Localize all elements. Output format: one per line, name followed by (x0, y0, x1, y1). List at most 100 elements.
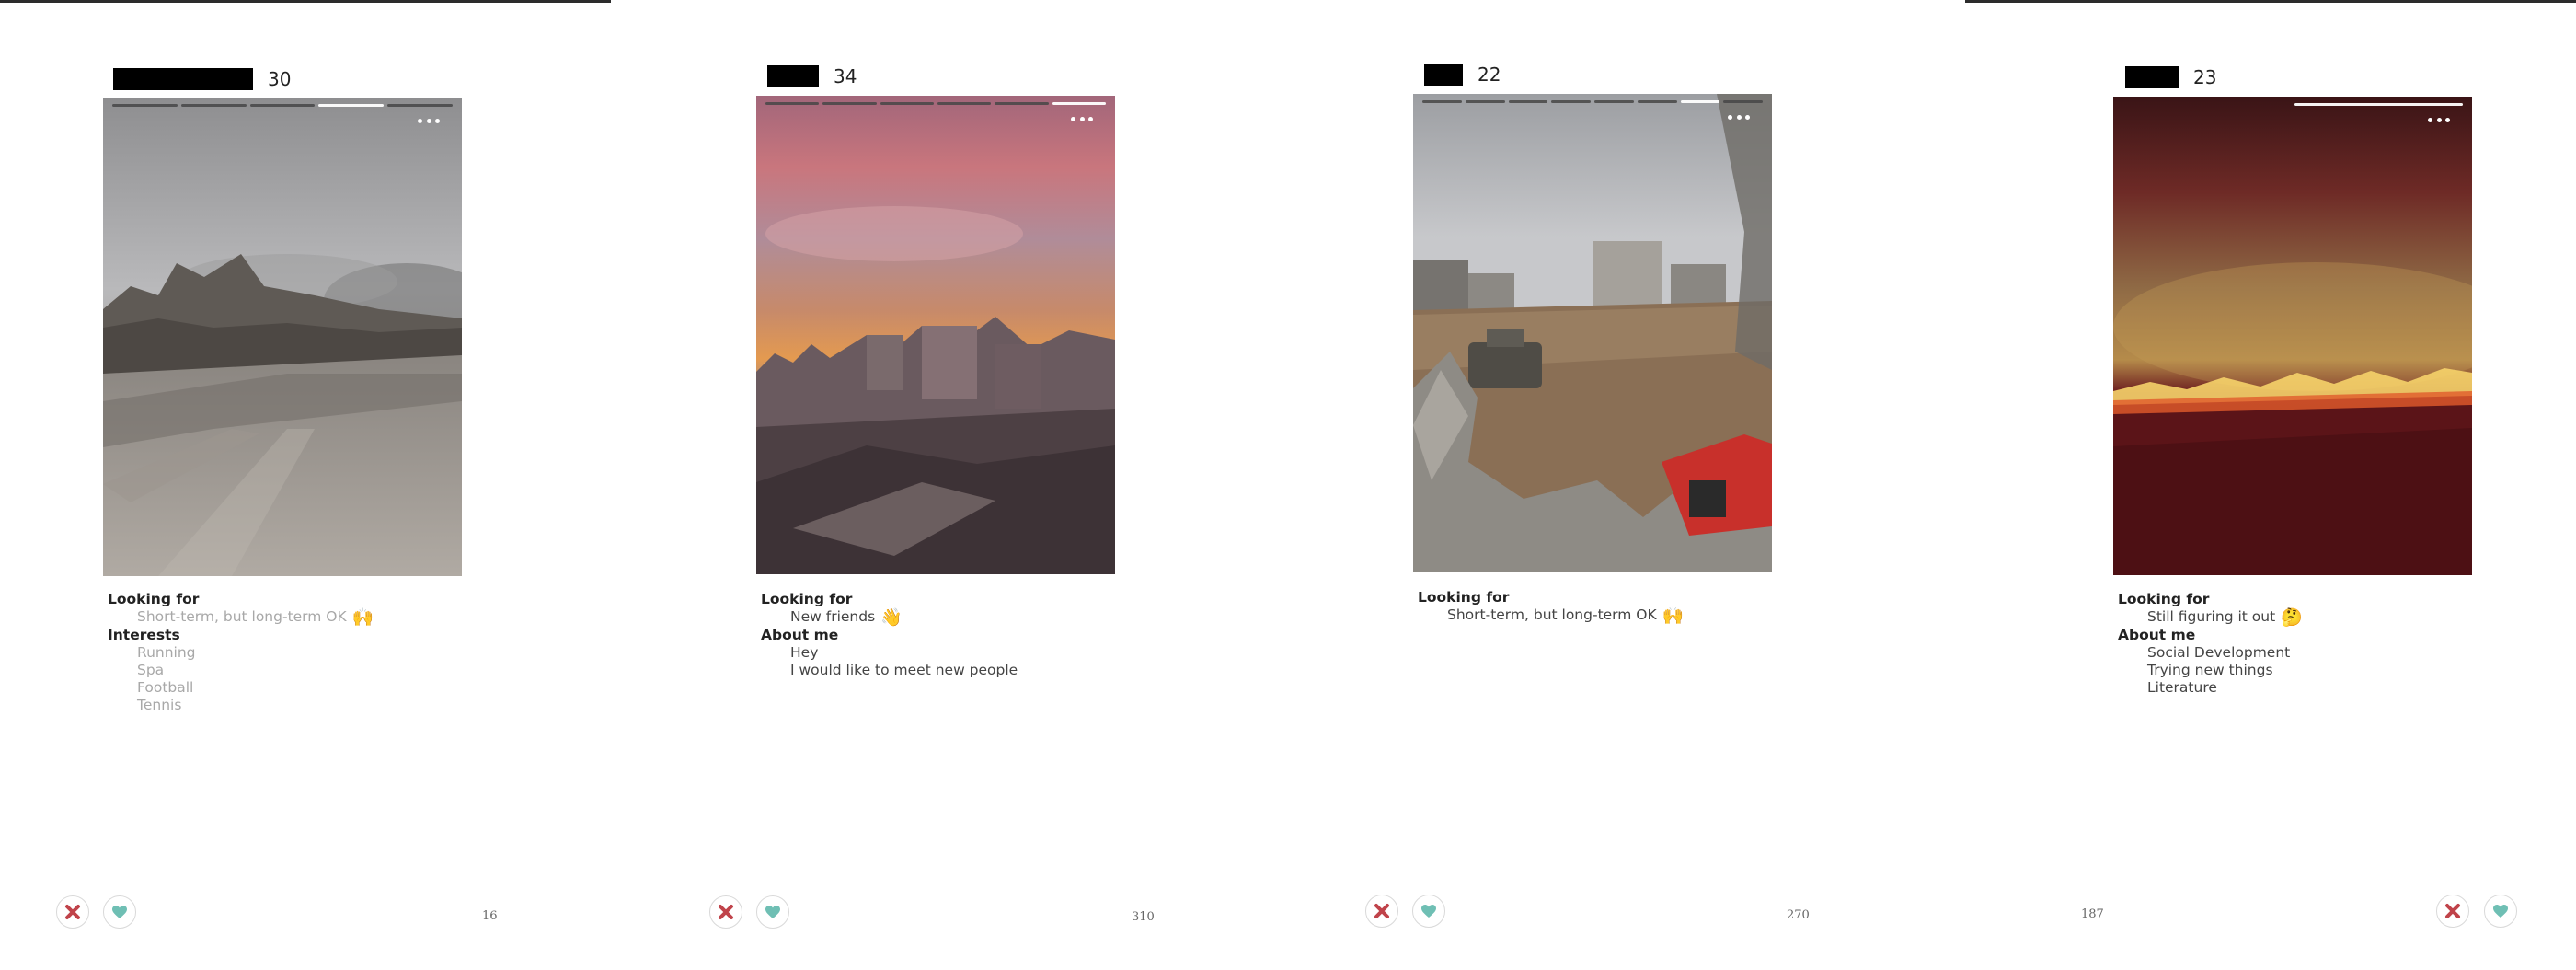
photo-progress-segment (1637, 100, 1677, 103)
section-value: Social Development (2147, 644, 2291, 661)
photo-ruined-street (103, 98, 462, 576)
photo-progress-segment (1680, 100, 1720, 103)
heart-icon (112, 906, 127, 918)
close-x-icon (2445, 904, 2460, 918)
profile-photo[interactable] (103, 98, 462, 576)
photo-progress-segment (318, 104, 385, 107)
photo-sunset-ruins (756, 96, 1115, 574)
more-options-icon[interactable] (418, 114, 440, 127)
thinking-face-emoji: 🤔 (2281, 607, 2303, 628)
section-value: Tennis (137, 697, 182, 713)
profile-photo[interactable] (1413, 94, 1772, 572)
redacted-name (2125, 66, 2179, 88)
pass-button[interactable] (1365, 895, 1398, 928)
photo-progress-bar (1422, 100, 1763, 103)
profile-details: Looking for Still figuring it out 🤔 About… (2118, 591, 2303, 697)
card-count: 310 (1132, 910, 1155, 924)
profile-photo[interactable] (2113, 97, 2472, 575)
photo-progress-bar (112, 104, 453, 107)
photo-progress-segment (1723, 100, 1763, 103)
profile-details: Looking for Short-term, but long-term OK… (108, 591, 374, 714)
section-heading: About me (761, 627, 839, 643)
like-button[interactable] (103, 895, 136, 929)
profile-photo[interactable] (756, 96, 1115, 574)
more-options-icon[interactable] (2428, 113, 2450, 126)
name-row: 30 (113, 64, 291, 94)
profile-age: 23 (2193, 66, 2217, 88)
like-button[interactable] (756, 895, 789, 929)
more-options-icon[interactable] (1728, 110, 1750, 123)
photo-tank-rubble (1413, 94, 1772, 572)
photo-progress-segment (2122, 103, 2291, 106)
card-count: 16 (482, 909, 498, 923)
more-options-icon[interactable] (1071, 112, 1093, 125)
photo-progress-segment (1508, 100, 1548, 103)
redacted-name (767, 65, 819, 87)
section-value: Hey (790, 644, 819, 661)
photo-progress-segment (180, 104, 247, 107)
photo-progress-segment (937, 102, 992, 105)
section-value: I would like to meet new people (790, 662, 1018, 678)
photo-progress-segment (995, 102, 1049, 105)
section-value: Literature (2147, 679, 2217, 696)
pass-button[interactable] (2436, 895, 2469, 928)
profile-card: 30 Looking for Short-term, but long-term… (0, 0, 644, 970)
section-value: New friends 👋 (790, 607, 903, 628)
photo-progress-segment (1551, 100, 1591, 103)
close-x-icon (719, 905, 733, 919)
section-value: Still figuring it out 🤔 (2147, 607, 2303, 628)
section-value: Spa (137, 662, 165, 678)
like-button[interactable] (2484, 895, 2517, 928)
pass-button[interactable] (56, 895, 89, 929)
redacted-name (113, 68, 253, 90)
section-heading: Looking for (2118, 591, 2210, 607)
like-button[interactable] (1412, 895, 1445, 928)
photo-progress-segment (112, 104, 178, 107)
heart-icon (1421, 905, 1436, 918)
section-value: Short-term, but long-term OK 🙌 (137, 607, 374, 628)
heart-icon (765, 906, 780, 918)
photo-night-fire (2113, 97, 2472, 575)
photo-progress-segment (1052, 102, 1106, 105)
name-row: 22 (1424, 60, 1501, 89)
photo-progress-segment (765, 102, 820, 105)
photo-progress-segment (822, 102, 877, 105)
profile-details: Looking for New friends 👋 About me Hey I … (761, 591, 1018, 679)
section-value: Trying new things (2147, 662, 2273, 678)
card-count: 270 (1787, 908, 1810, 922)
pass-button[interactable] (709, 895, 742, 929)
section-heading: Looking for (108, 591, 200, 607)
section-heading: Looking for (1418, 589, 1510, 606)
raising-hands-emoji: 🙌 (1662, 606, 1685, 626)
photo-progress-segment (387, 104, 453, 107)
section-heading: About me (2118, 627, 2196, 643)
card-count: 187 (2081, 907, 2104, 921)
close-x-icon (65, 905, 80, 919)
page: 30 Looking for Short-term, but long-term… (0, 0, 2576, 970)
section-heading: Looking for (761, 591, 853, 607)
photo-progress-segment (1465, 100, 1505, 103)
profile-age: 22 (1478, 64, 1501, 86)
profile-card: 23 Looking for Still figuring it out 🤔 A… (1932, 0, 2576, 970)
section-heading: Interests (108, 627, 180, 643)
profile-card: 22 Looking for Short-term, but long-term… (1310, 0, 1954, 970)
section-value: Short-term, but long-term OK 🙌 (1447, 606, 1685, 626)
section-value: Running (137, 644, 196, 661)
photo-progress-bar (765, 102, 1106, 105)
photo-progress-bar (2122, 103, 2463, 106)
photo-progress-segment (2294, 103, 2463, 106)
heart-icon (2493, 905, 2508, 918)
photo-progress-segment (249, 104, 316, 107)
profile-card: 34 Looking for New friends 👋 About me He… (653, 0, 1297, 970)
redacted-name (1424, 64, 1463, 86)
photo-progress-segment (1594, 100, 1634, 103)
name-row: 34 (767, 62, 857, 91)
name-row: 23 (2125, 63, 2216, 92)
photo-progress-segment (880, 102, 934, 105)
close-x-icon (1374, 904, 1389, 918)
profile-age: 34 (834, 65, 857, 87)
section-value: Football (137, 679, 194, 696)
waving-hand-emoji: 👋 (880, 607, 903, 628)
profile-age: 30 (268, 68, 292, 90)
photo-progress-segment (1422, 100, 1462, 103)
